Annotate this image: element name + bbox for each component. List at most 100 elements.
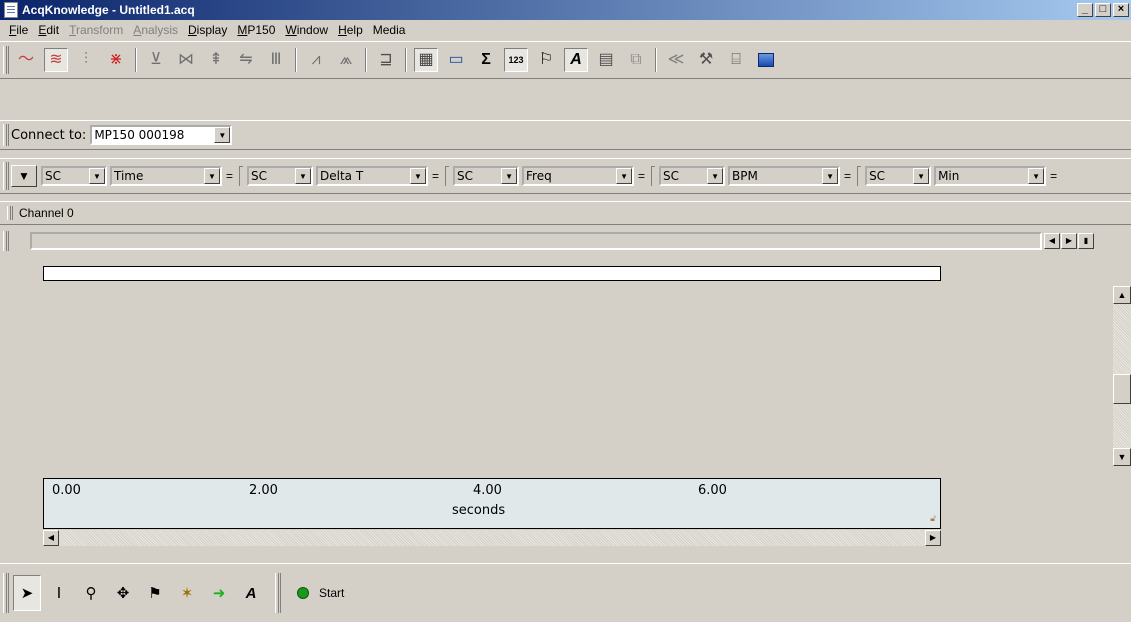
toolbar-grip[interactable] — [275, 573, 281, 613]
app-icon — [4, 2, 18, 18]
chevron-down-icon[interactable]: ▼ — [707, 168, 724, 184]
scroll-right-button[interactable]: ▶ — [1061, 233, 1077, 249]
vertical-scrollbar[interactable]: ▲ ▼ — [1113, 286, 1131, 466]
measurement-source-select[interactable]: SC ▼ — [659, 166, 726, 186]
start-button[interactable]: Start — [319, 586, 344, 600]
green-arrow-icon[interactable]: ➜ — [205, 575, 233, 611]
measurement-type-select[interactable]: Delta T ▼ — [316, 166, 429, 186]
chevron-down-icon[interactable]: ▼ — [616, 168, 633, 184]
chevron-down-icon[interactable]: ▼ — [410, 168, 427, 184]
scope-mode-icon[interactable]: ≋ — [44, 48, 68, 72]
horizontal-scrollbar[interactable]: ◀ ▶ — [43, 530, 941, 546]
menu-edit[interactable]: Edit — [33, 23, 64, 37]
axis-tick: 4.00 — [473, 483, 502, 498]
summation-icon[interactable]: Σ — [474, 48, 498, 72]
measurement-type-select[interactable]: Time ▼ — [110, 166, 222, 186]
minimize-button[interactable]: _ — [1077, 3, 1093, 17]
device-select[interactable]: MP150 000198 ▼ — [90, 125, 233, 145]
overlap-segments-icon[interactable]: 〜 — [14, 48, 38, 72]
menu-window[interactable]: Window — [280, 23, 333, 37]
toolbar-grip[interactable] — [3, 162, 9, 190]
menu-file[interactable]: File — [4, 23, 33, 37]
menu-analysis[interactable]: Analysis — [128, 23, 183, 37]
chevron-down-icon[interactable]: ▼ — [913, 168, 930, 184]
toolbar-grip[interactable] — [3, 45, 9, 75]
scroll-end-button[interactable]: ▮ — [1078, 233, 1094, 249]
measurement-type-select[interactable]: BPM ▼ — [728, 166, 841, 186]
event-flag-icon[interactable]: ⚐ — [534, 48, 558, 72]
find-peak-icon[interactable]: ⩘ — [304, 48, 328, 72]
menu-mp150[interactable]: MP150 — [232, 23, 280, 37]
axis-unit-label: seconds — [452, 503, 506, 518]
menu-transform[interactable]: Transform — [64, 23, 128, 37]
toolbar-grip[interactable] — [3, 573, 9, 613]
copy-icon[interactable]: ⧉ — [624, 48, 648, 72]
chevron-down-icon[interactable]: ▼ — [822, 168, 839, 184]
show-grid-icon[interactable]: ▦ — [414, 48, 438, 72]
adjust-baseline-icon[interactable]: ⇞ — [204, 48, 228, 72]
measurement-source-select[interactable]: SC ▼ — [41, 166, 107, 186]
i-beam-cursor-icon[interactable]: Ⅰ — [45, 575, 73, 611]
measurement-source-value: SC — [663, 169, 680, 183]
measurement-source-select[interactable]: SC ▼ — [247, 166, 314, 186]
channel-buttons-icon[interactable]: ▭ — [444, 48, 468, 72]
toolbar-grip[interactable] — [3, 231, 9, 251]
menu-display[interactable]: Display — [183, 23, 232, 37]
find-all-peaks-icon[interactable]: ⩕ — [334, 48, 358, 72]
measurement-type-select[interactable]: Freq ▼ — [522, 166, 635, 186]
scroll-left-button[interactable]: ◀ — [43, 530, 59, 546]
maximize-button[interactable]: □ — [1095, 3, 1111, 17]
measurement-type-select[interactable]: Min ▼ — [934, 166, 1047, 186]
time-axis[interactable]: 0.00 2.00 4.00 6.00 seconds 🔓︎ — [43, 478, 941, 529]
scroll-right-button[interactable]: ▶ — [925, 530, 941, 546]
chevron-down-icon[interactable]: ▼ — [89, 168, 105, 184]
cursor-toolbar: ➤ Ⅰ ⚲ ✥ ⚑ ✶ ➜ A Start — [0, 563, 1131, 622]
autoscale-waveforms-icon[interactable]: ⊻ — [144, 48, 168, 72]
scroll-up-button[interactable]: ▲ — [1113, 286, 1131, 304]
chevron-down-icon[interactable]: ▼ — [204, 168, 220, 184]
measurement-equals: = — [844, 169, 852, 183]
event-flag-tool-icon[interactable]: ⚑ — [141, 575, 169, 611]
close-button[interactable]: × — [1113, 3, 1129, 17]
open-folder-icon[interactable]: ⊒ — [374, 48, 398, 72]
zoom-icon[interactable]: ⚲ — [77, 575, 105, 611]
chevron-down-icon[interactable]: ▼ — [214, 127, 231, 143]
chart-mode-icon[interactable]: ⫶ — [74, 48, 98, 72]
scroll-left-button[interactable]: ◀ — [1044, 233, 1060, 249]
autoscale-horizontal-icon[interactable]: ⋈ — [174, 48, 198, 72]
scroll-thumb[interactable] — [1113, 374, 1131, 404]
menu-help[interactable]: Help — [333, 23, 368, 37]
data-view-icon[interactable]: 123 — [504, 48, 528, 72]
compress-icon[interactable]: ⇋ — [234, 48, 258, 72]
measurement-menu-button[interactable]: ▼ — [11, 165, 37, 187]
camera-icon[interactable]: ⌸ — [724, 48, 748, 72]
chevron-down-icon[interactable]: ▼ — [1028, 168, 1045, 184]
measurement-type-value: BPM — [732, 169, 758, 183]
journal-icon[interactable]: ▤ — [594, 48, 618, 72]
measurement-type-value: Delta T — [320, 169, 364, 183]
chevron-down-icon[interactable]: ▼ — [295, 168, 312, 184]
event-marker-icon[interactable]: ✶ — [173, 575, 201, 611]
grid-levels-icon[interactable]: Ⅲ — [264, 48, 288, 72]
hardware-icon[interactable]: ⚒ — [694, 48, 718, 72]
record-status-icon[interactable] — [297, 587, 309, 599]
toolbar-grip[interactable] — [7, 206, 13, 220]
chevron-down-icon[interactable]: ▼ — [501, 168, 518, 184]
channel-label-field[interactable] — [30, 232, 1042, 250]
toolbar-grip[interactable] — [3, 123, 9, 147]
monitor-icon[interactable] — [754, 48, 778, 72]
pan-icon[interactable]: ✥ — [109, 575, 137, 611]
lock-icon[interactable]: 🔓︎ — [930, 513, 936, 524]
rewind-icon[interactable]: ≪ — [664, 48, 688, 72]
xy-mode-icon[interactable]: ⋇ — [104, 48, 128, 72]
connect-label: Connect to: — [11, 127, 87, 143]
scroll-down-button[interactable]: ▼ — [1113, 448, 1131, 466]
arrow-cursor-icon[interactable]: ➤ — [13, 575, 41, 611]
annotation-text-icon[interactable]: A — [564, 48, 588, 72]
measurement-equals: = — [638, 169, 646, 183]
measurement-source-select[interactable]: SC ▼ — [453, 166, 520, 186]
toolbar-separator — [405, 48, 407, 72]
annotation-tool-icon[interactable]: A — [237, 575, 265, 611]
menu-media[interactable]: Media — [368, 23, 411, 37]
measurement-source-select[interactable]: SC ▼ — [865, 166, 932, 186]
